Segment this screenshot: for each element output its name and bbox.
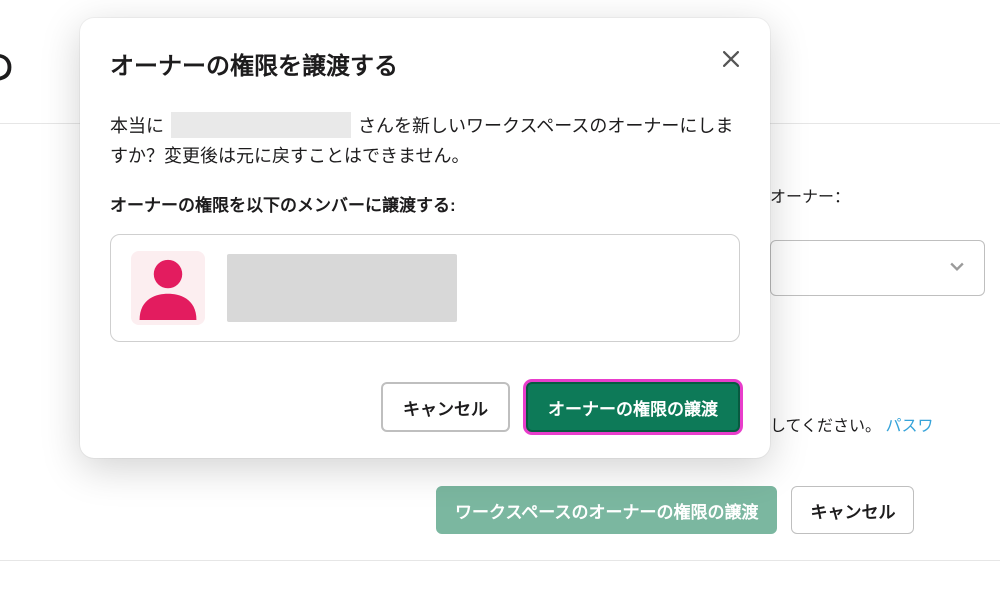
avatar: [131, 251, 205, 325]
cancel-button[interactable]: キャンセル: [381, 382, 510, 432]
member-card: [110, 234, 740, 342]
close-icon: [723, 51, 739, 72]
transfer-owner-button-disabled: ワークスペースのオーナーの権限の譲渡: [436, 486, 777, 534]
dialog-footer: キャンセル オーナーの権限の譲渡: [110, 382, 740, 432]
chevron-down-icon: [950, 259, 964, 277]
divider: [0, 560, 1000, 561]
bg-cancel-button[interactable]: キャンセル: [791, 486, 914, 534]
person-icon: [133, 251, 203, 325]
confirm-transfer-button[interactable]: オーナーの権限の譲渡: [526, 382, 740, 432]
close-button[interactable]: [714, 44, 748, 78]
transfer-owner-dialog: オーナーの権限を譲渡する 本当に さんを新しいワークスペースのオーナーにしますか…: [80, 18, 770, 458]
dialog-title: オーナーの権限を譲渡する: [110, 46, 740, 81]
dialog-subhead: オーナーの権限を以下のメンバーに譲渡する:: [110, 191, 740, 216]
redacted-name-block: [227, 254, 457, 322]
bg-action-row: ワークスペースのオーナーの権限の譲渡 キャンセル: [436, 486, 914, 534]
owner-label: オーナー：: [770, 183, 850, 207]
help-text: してください。 パスワ: [770, 412, 934, 436]
owner-select[interactable]: [770, 240, 985, 296]
dialog-description: 本当に さんを新しいワークスペースのオーナーにしますか？変更後は元に戻すことはで…: [110, 111, 740, 171]
desc-before: 本当に: [110, 116, 164, 136]
help-before: してください。: [770, 418, 881, 435]
password-link[interactable]: パスワ: [886, 418, 934, 435]
redacted-name-inline: [171, 112, 351, 138]
